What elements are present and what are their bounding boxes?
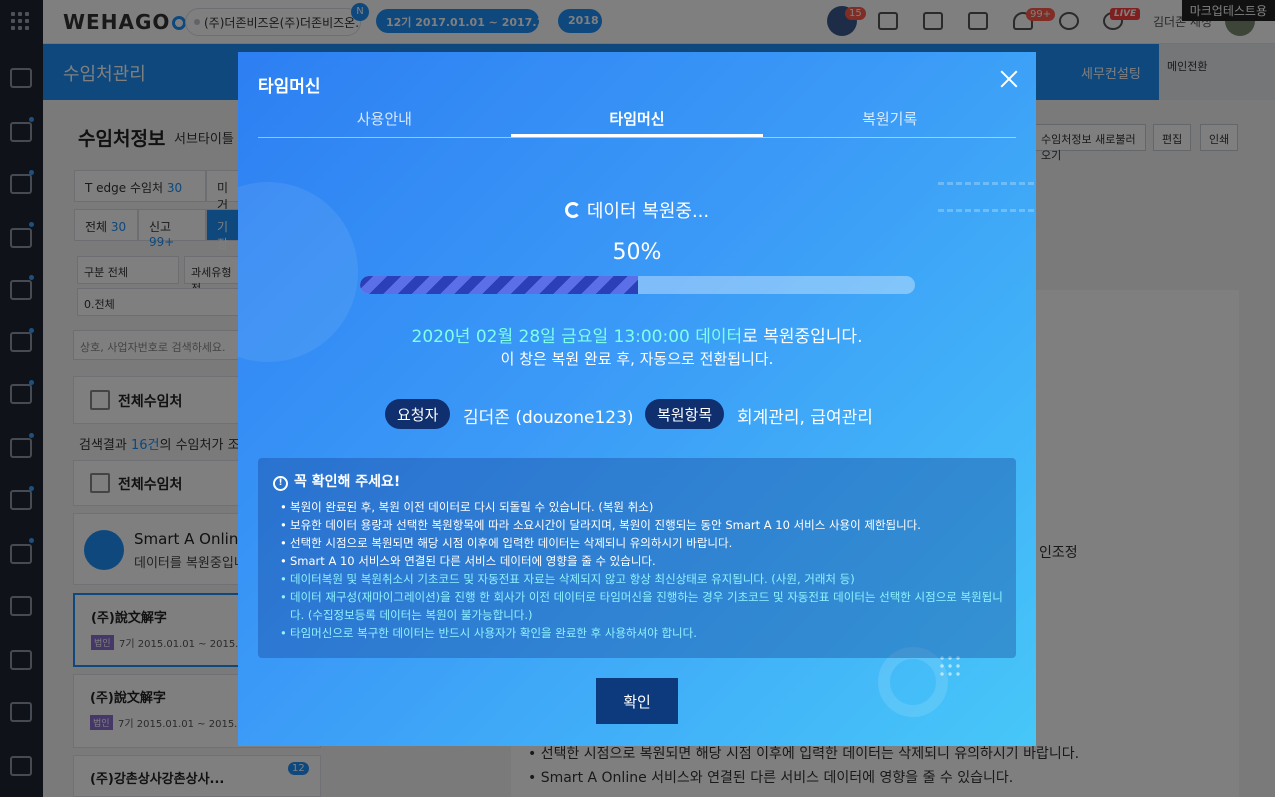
notice-item: 데이터 재구성(재마이그레이션)을 진행 한 회사가 이전 데이터로 타임머신을…	[280, 588, 1004, 624]
restore-suffix: 로 복원중입니다.	[742, 327, 863, 347]
notice-item: 선택한 시점으로 복원되면 해당 시점 이후에 입력한 데이터는 삭제되니 유의…	[280, 534, 1004, 552]
close-icon[interactable]	[1000, 70, 1018, 88]
auto-switch-note: 이 창은 복원 완료 후, 자동으로 전환됩니다.	[500, 350, 774, 368]
tab-guide[interactable]: 사용안내	[258, 104, 511, 137]
restore-date: 2020년 02월 28일 금요일 13:00:00 데이터	[411, 327, 743, 347]
restore-items-value: 회계관리, 급여관리	[737, 408, 873, 428]
restore-date-line: 2020년 02월 28일 금요일 13:00:00 데이터로 복원중입니다.	[238, 322, 1036, 347]
restore-status: 데이터 복원중...	[238, 197, 1036, 223]
time-machine-modal: 타임머신 사용안내 타임머신 복원기록 데이터 복원중... 50% 2020년…	[238, 52, 1036, 746]
modal-title: 타임머신	[258, 77, 321, 97]
requester-value: 김더존 (douzone123)	[463, 408, 634, 428]
notice-box: !꼭 확인해 주세요! 복원이 완료된 후, 복원 이전 데이터로 다시 되돌릴…	[258, 458, 1016, 658]
notice-list: 복원이 완료된 후, 복원 이전 데이터로 다시 되돌릴 수 있습니다. (복원…	[280, 498, 1004, 642]
refresh-icon	[564, 202, 581, 218]
notice-title: ! 꼭 확인해 주세요!	[273, 471, 400, 491]
modal-tabs: 사용안내 타임머신 복원기록	[258, 104, 1016, 138]
progress-bar	[360, 276, 915, 294]
notice-item: Smart A 10 서비스와 연결된 다른 서비스 데이터에 영향을 줄 수 …	[280, 552, 1004, 570]
restore-status-text: 데이터 복원중...	[586, 201, 710, 222]
restore-items-label: 복원항목	[645, 399, 725, 429]
confirm-button[interactable]: 확인	[596, 678, 678, 724]
tab-restore-history[interactable]: 복원기록	[763, 104, 1016, 137]
progress-percent: 50%	[612, 240, 662, 265]
progress-fill	[360, 276, 638, 294]
notice-item: 보유한 데이터 용량과 선택한 복원항목에 따라 소요시간이 달라지며, 복원이…	[280, 516, 1004, 534]
info-icon: !	[273, 476, 288, 491]
tab-time-machine[interactable]: 타임머신	[510, 104, 764, 137]
requester-label: 요청자	[385, 399, 451, 429]
notice-item: 복원이 완료된 후, 복원 이전 데이터로 다시 되돌릴 수 있습니다. (복원…	[280, 498, 1004, 516]
notice-item: 데이터복원 및 복원취소시 기초코드 및 자동전표 자료는 삭제되지 않고 항상…	[280, 570, 1004, 588]
notice-item: 타임머신으로 복구한 데이터는 반드시 사용자가 확인을 완료한 후 사용하셔야…	[280, 624, 1004, 642]
